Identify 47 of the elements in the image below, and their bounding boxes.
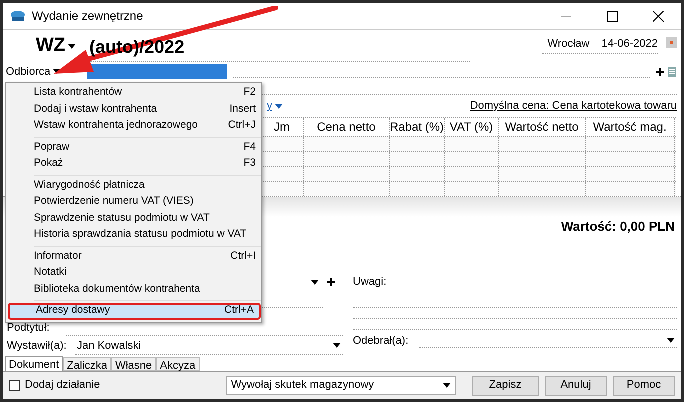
tab[interactable]: Własne: [111, 357, 156, 372]
dialog-button[interactable]: Anuluj: [545, 376, 607, 396]
caret-icon: [274, 104, 282, 110]
issued-by-label: Wystawił(a):: [7, 339, 68, 354]
dialog-button[interactable]: Zapisz: [472, 376, 539, 396]
tab[interactable]: Zaliczka: [63, 357, 112, 372]
received-by-label: Odebrał(a):: [353, 334, 410, 350]
plus-icon[interactable]: [327, 278, 335, 286]
checkbox[interactable]: [9, 380, 20, 392]
menu-item[interactable]: Notatki: [8, 265, 261, 282]
plus-icon[interactable]: [656, 68, 664, 76]
default-price-link[interactable]: Domyślna cena: Cena kartotekowa towaru: [470, 98, 677, 115]
menu-item[interactable]: Adresy dostawy Ctrl+A: [8, 303, 261, 320]
recipient-field[interactable]: [86, 64, 227, 80]
caret-icon: [667, 338, 675, 344]
caret-icon: [333, 343, 341, 348]
menu-item[interactable]: Dodaj i wstaw kontrahenta Insert: [8, 102, 261, 118]
menu-item[interactable]: Wstaw kontrahenta jednorazowego Ctrl+J: [8, 118, 261, 134]
add-action-checkbox[interactable]: Dodaj działanie: [9, 377, 100, 394]
notes-label: Uwagi:: [353, 275, 388, 290]
stock-effect-dropdown[interactable]: Wywołaj skutek magazynowy: [226, 376, 456, 396]
menu-item[interactable]: Informator Ctrl+I: [8, 248, 261, 265]
close-icon: [652, 10, 664, 22]
dropdown-caret-icon: [311, 280, 319, 285]
document-type-dropdown[interactable]: WZ: [36, 32, 76, 60]
date-text: 14-06-2022: [602, 37, 658, 52]
tab[interactable]: Dokument: [5, 356, 64, 372]
tab[interactable]: Akcyza: [156, 357, 200, 372]
app-logo-icon: [10, 10, 26, 22]
place-text: Wrocław: [548, 37, 590, 52]
subtitle-label: Podtytuł:: [7, 320, 50, 336]
place-date-field[interactable]: Wrocław 14-06-2022: [542, 36, 658, 54]
issued-by-dropdown[interactable]: Jan Kowalski: [75, 338, 343, 356]
menu-item[interactable]: Historia sprawdzania statusu podmiotu w VAT: [8, 227, 261, 244]
total-value: Wartość: 0,00 PLN: [561, 218, 675, 236]
menu-item[interactable]: Sprawdzenie statusu podmiotu w VAT: [8, 210, 261, 227]
menu-item[interactable]: Wiarygodność płatnicza: [8, 178, 261, 194]
menu-item[interactable]: Biblioteka dokumentów kontrahenta: [8, 282, 261, 298]
price-type-link[interactable]: y: [267, 98, 282, 115]
dialog-button[interactable]: Pomoc: [613, 376, 675, 396]
window-title: Wydanie zewnętrzne: [32, 8, 144, 25]
menu-item[interactable]: Lista kontrahentów F2: [8, 85, 261, 102]
maximize-icon: [606, 10, 618, 22]
caret-icon: [443, 383, 452, 388]
menu-item[interactable]: Popraw F4: [8, 140, 261, 156]
issued-by-value: Jan Kowalski: [77, 338, 142, 354]
menu-item[interactable]: Pokaż F3: [8, 156, 261, 172]
